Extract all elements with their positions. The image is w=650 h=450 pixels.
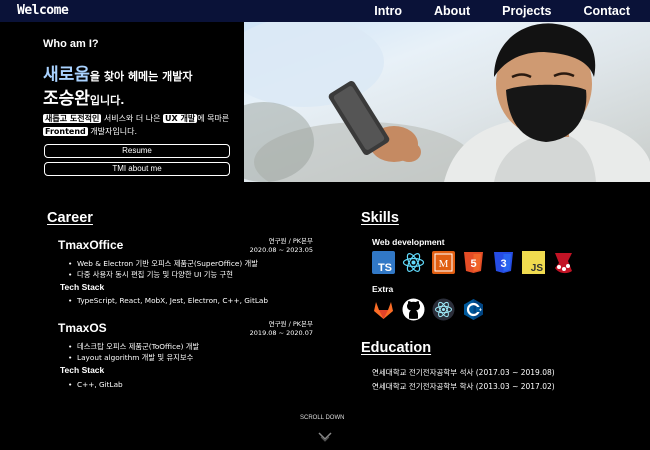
desc-text: 서비스와 더 나은 — [101, 114, 164, 123]
intro-line-2-rest: 입니다. — [89, 94, 125, 107]
extra-title: Extra — [372, 284, 394, 294]
highlight-ux: UX 개발 — [163, 114, 198, 123]
gitlab-icon — [372, 298, 395, 321]
education-list: 연세대학교 전기전자공학부 석사 (2017.03 ~ 2019.08) 연세대… — [372, 366, 555, 394]
job-bullets: Web & Electron 기반 오피스 제품군(SuperOffice) 개… — [66, 258, 258, 280]
education-item: 연세대학교 전기전자공학부 학사 (2013.03 ~ 2017.02) — [372, 382, 555, 391]
nav-link-contact[interactable]: Contact — [583, 4, 630, 18]
intro-name: 조승완 — [43, 89, 90, 109]
css3-icon: 3 — [492, 251, 515, 274]
intro-line-2: 조승완입니다. — [43, 84, 124, 109]
job-period: 2019.08 ~ 2020.07 — [249, 329, 313, 337]
nav-link-about[interactable]: About — [434, 4, 470, 18]
profile-photo — [244, 22, 650, 182]
tech-stack-list: C++, GitLab — [66, 379, 123, 390]
github-icon — [402, 298, 425, 321]
list-item: Layout algorithm 개발 및 유지보수 — [66, 352, 199, 363]
jest-icon — [552, 251, 575, 274]
desc-text: 개발자입니다. — [87, 127, 138, 136]
intro-description: 새롭고 도전적인 서비스와 더 나은 UX 개발 에 목마른 Frontend 개… — [43, 112, 233, 138]
education-title: Education — [361, 340, 432, 356]
education-item: 연세대학교 전기전자공학부 석사 (2017.03 ~ 2019.08) — [372, 368, 555, 377]
intro-heading: Who am I? — [43, 38, 99, 50]
nav-link-projects[interactable]: Projects — [502, 4, 551, 18]
tmi-button[interactable]: TMI about me — [44, 162, 230, 176]
js-icon-text: JS — [531, 263, 544, 274]
skills-title: Skills — [361, 210, 399, 226]
job-title: TmaxOffice — [58, 238, 124, 252]
highlight-frontend: Frontend — [43, 127, 88, 136]
list-item: Web & Electron 기반 오피스 제품군(SuperOffice) 개… — [66, 258, 258, 269]
intro-keyword: 새로움 — [43, 65, 90, 85]
desc-text: 에 목마른 — [197, 114, 230, 123]
chevron-down-icon[interactable] — [317, 428, 333, 447]
electron-icon — [432, 298, 455, 321]
tech-stack-list: TypeScript, React, MobX, Jest, Electron,… — [66, 295, 268, 306]
highlight-new: 새롭고 도전적인 — [43, 114, 102, 123]
job-team: 연구원 / PK본부 — [268, 237, 313, 245]
job-team: 연구원 / PK본부 — [268, 320, 313, 328]
list-item: TypeScript, React, MobX, Jest, Electron,… — [66, 295, 268, 306]
intro-line-1: 새로움을 찾아 헤메는 개발자 — [43, 60, 193, 85]
career-title: Career — [47, 210, 93, 226]
javascript-icon: JS — [522, 251, 545, 274]
job-period: 2020.08 ~ 2023.05 — [249, 246, 313, 254]
list-item: C++, GitLab — [66, 379, 123, 390]
job-meta: 연구원 / PK본부 2019.08 ~ 2020.07 — [250, 320, 313, 338]
web-dev-title: Web development — [372, 237, 445, 247]
intro-line-1-rest: 을 찾아 헤메는 개발자 — [89, 70, 193, 83]
react-icon — [402, 251, 425, 274]
site-logo[interactable]: Welcome — [17, 3, 69, 18]
intro-section: Who am I? 새로움을 찾아 헤메는 개발자 조승완입니다. 새롭고 도전… — [0, 22, 244, 182]
cpp-icon: + — [462, 298, 485, 321]
typescript-icon: TS — [372, 251, 395, 274]
ts-icon-text: TS — [378, 262, 392, 274]
tech-stack-title: Tech Stack — [60, 282, 105, 292]
list-item: 다중 사용자 동시 편집 기능 및 다양한 UI 기능 구현 — [66, 269, 258, 280]
html5-icon: 5 — [462, 251, 485, 274]
html5-icon-text: 5 — [470, 258, 476, 270]
tech-stack-title: Tech Stack — [60, 365, 105, 375]
nav-links: Intro About Projects Contact — [342, 4, 630, 18]
svg-text:+: + — [479, 308, 482, 314]
job-meta: 연구원 / PK본부 2020.08 ~ 2023.05 — [250, 237, 313, 255]
web-dev-icons: TS M 5 3 JS — [372, 251, 575, 274]
list-item: 데스크탑 오피스 제품군(ToOffice) 개발 — [66, 341, 199, 352]
top-navbar: Welcome Intro About Projects Contact — [0, 0, 650, 22]
mobx-icon: M — [432, 251, 455, 274]
extra-icons: + — [372, 298, 485, 321]
scroll-down-label[interactable]: SCROLL DOWN — [300, 415, 344, 421]
job-title: TmaxOS — [58, 321, 107, 335]
resume-button[interactable]: Resume — [44, 144, 230, 158]
nav-link-intro[interactable]: Intro — [374, 4, 402, 18]
mobx-icon-text: M — [439, 258, 449, 270]
css3-icon-text: 3 — [500, 258, 506, 270]
job-bullets: 데스크탑 오피스 제품군(ToOffice) 개발 Layout algorit… — [66, 341, 199, 363]
